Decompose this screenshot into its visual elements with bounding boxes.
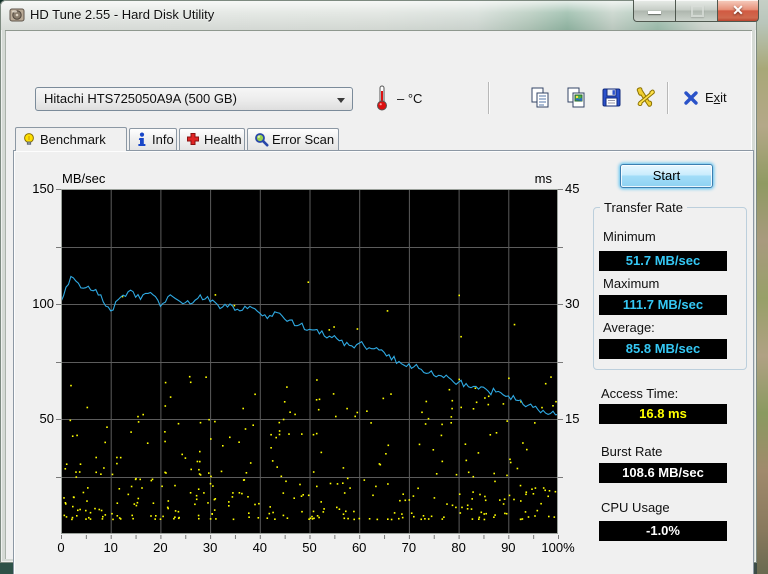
right-axis-title: ms xyxy=(535,171,553,186)
x-axis-tick-label: 60 xyxy=(352,540,366,555)
x-axis-tick-label: 40 xyxy=(253,540,267,555)
access-time-value: 16.8 ms xyxy=(599,404,727,424)
x-axis-tick-label: 100% xyxy=(541,540,575,555)
exit-button[interactable]: Exit xyxy=(681,86,737,110)
tab-health-label: Health xyxy=(204,132,242,147)
x-axis-tick-label: 50 xyxy=(302,540,316,555)
left-axis-tick-label: 100 xyxy=(32,296,54,311)
save-icon xyxy=(602,88,621,107)
cpu-usage-label: CPU Usage xyxy=(601,500,670,515)
x-axis-tick-label: 20 xyxy=(153,540,167,555)
burst-rate-label: Burst Rate xyxy=(601,444,663,459)
copy-icon xyxy=(531,87,549,108)
tab-info[interactable]: Info xyxy=(129,128,177,150)
copy-image-button[interactable] xyxy=(565,86,589,110)
lightbulb-icon xyxy=(24,133,34,145)
right-axis-tick-label: 45 xyxy=(565,181,579,196)
options-icon xyxy=(636,87,655,107)
tab-benchmark-label: Benchmark xyxy=(40,132,106,147)
left-axis-tick-label: 50 xyxy=(40,411,54,426)
cpu-usage-value: -1.0% xyxy=(599,521,727,541)
toolbar-separator xyxy=(667,82,668,114)
magnifier-icon xyxy=(255,133,269,147)
maximum-label: Maximum xyxy=(603,276,660,291)
tab-info-label: Info xyxy=(152,132,174,147)
left-axis-tick-label: 150 xyxy=(32,181,54,196)
average-value: 85.8 MB/sec xyxy=(599,339,727,359)
x-axis-tick-label: 0 xyxy=(57,540,64,555)
maximize-icon xyxy=(691,5,704,17)
close-button[interactable]: ✕ xyxy=(717,0,759,22)
x-axis-tick-label: 90 xyxy=(501,540,515,555)
app-icon xyxy=(9,8,25,22)
tab-health[interactable]: Health xyxy=(179,128,245,150)
options-button[interactable] xyxy=(634,86,658,110)
app-window: HD Tune 2.55 - Hard Disk Utility ✕ Hitac… xyxy=(0,0,759,574)
copy-text-button[interactable] xyxy=(529,86,553,110)
tab-benchmark[interactable]: Benchmark xyxy=(15,127,127,151)
chevron-down-icon xyxy=(337,98,345,103)
thermometer-icon xyxy=(377,85,387,111)
right-axis-tick-label: 15 xyxy=(565,411,579,426)
maximize-button[interactable] xyxy=(675,0,719,22)
close-icon: ✕ xyxy=(732,2,744,18)
exit-x-icon xyxy=(684,91,698,105)
drive-selector-value: Hitachi HTS725050A9A (500 GB) xyxy=(44,91,237,106)
minimize-button[interactable] xyxy=(633,0,677,22)
temperature-label: – °C xyxy=(397,91,423,106)
copy-image-icon xyxy=(567,87,585,108)
x-axis-tick-label: 70 xyxy=(402,540,416,555)
minimum-label: Minimum xyxy=(603,229,656,244)
toolbar-separator xyxy=(488,82,489,114)
exit-label: Exit xyxy=(705,90,727,105)
tab-error-scan[interactable]: Error Scan xyxy=(247,128,339,150)
health-cross-icon xyxy=(187,133,199,145)
x-axis-tick-label: 10 xyxy=(103,540,117,555)
burst-rate-value: 108.6 MB/sec xyxy=(599,463,727,483)
right-axis-tick-label: 30 xyxy=(565,296,579,311)
tab-error-scan-label: Error Scan xyxy=(272,132,335,147)
x-axis-tick-label: 80 xyxy=(451,540,465,555)
save-button[interactable] xyxy=(600,86,624,110)
info-icon xyxy=(138,132,146,146)
drive-selector-dropdown[interactable]: Hitachi HTS725050A9A (500 GB) xyxy=(35,87,353,111)
left-axis-title: MB/sec xyxy=(62,171,106,186)
access-time-label: Access Time: xyxy=(601,386,679,401)
minimize-icon xyxy=(648,11,661,14)
x-axis-tick-label: 30 xyxy=(203,540,217,555)
client-area: Hitachi HTS725050A9A (500 GB) – °C Exit … xyxy=(5,30,754,574)
maximum-value: 111.7 MB/sec xyxy=(599,295,727,315)
start-button[interactable]: Start xyxy=(620,164,713,188)
transfer-rate-group-label: Transfer Rate xyxy=(600,200,687,215)
screen: HD Tune 2.55 - Hard Disk Utility ✕ Hitac… xyxy=(0,0,768,574)
minimum-value: 51.7 MB/sec xyxy=(599,251,727,271)
window-title: HD Tune 2.55 - Hard Disk Utility xyxy=(30,7,215,22)
desktop-wallpaper-right xyxy=(757,0,768,574)
benchmark-chart: MB/sec ms150100504530150 10 20 30 40 50 60 70 80 9… xyxy=(32,171,579,555)
average-label: Average: xyxy=(603,320,655,335)
